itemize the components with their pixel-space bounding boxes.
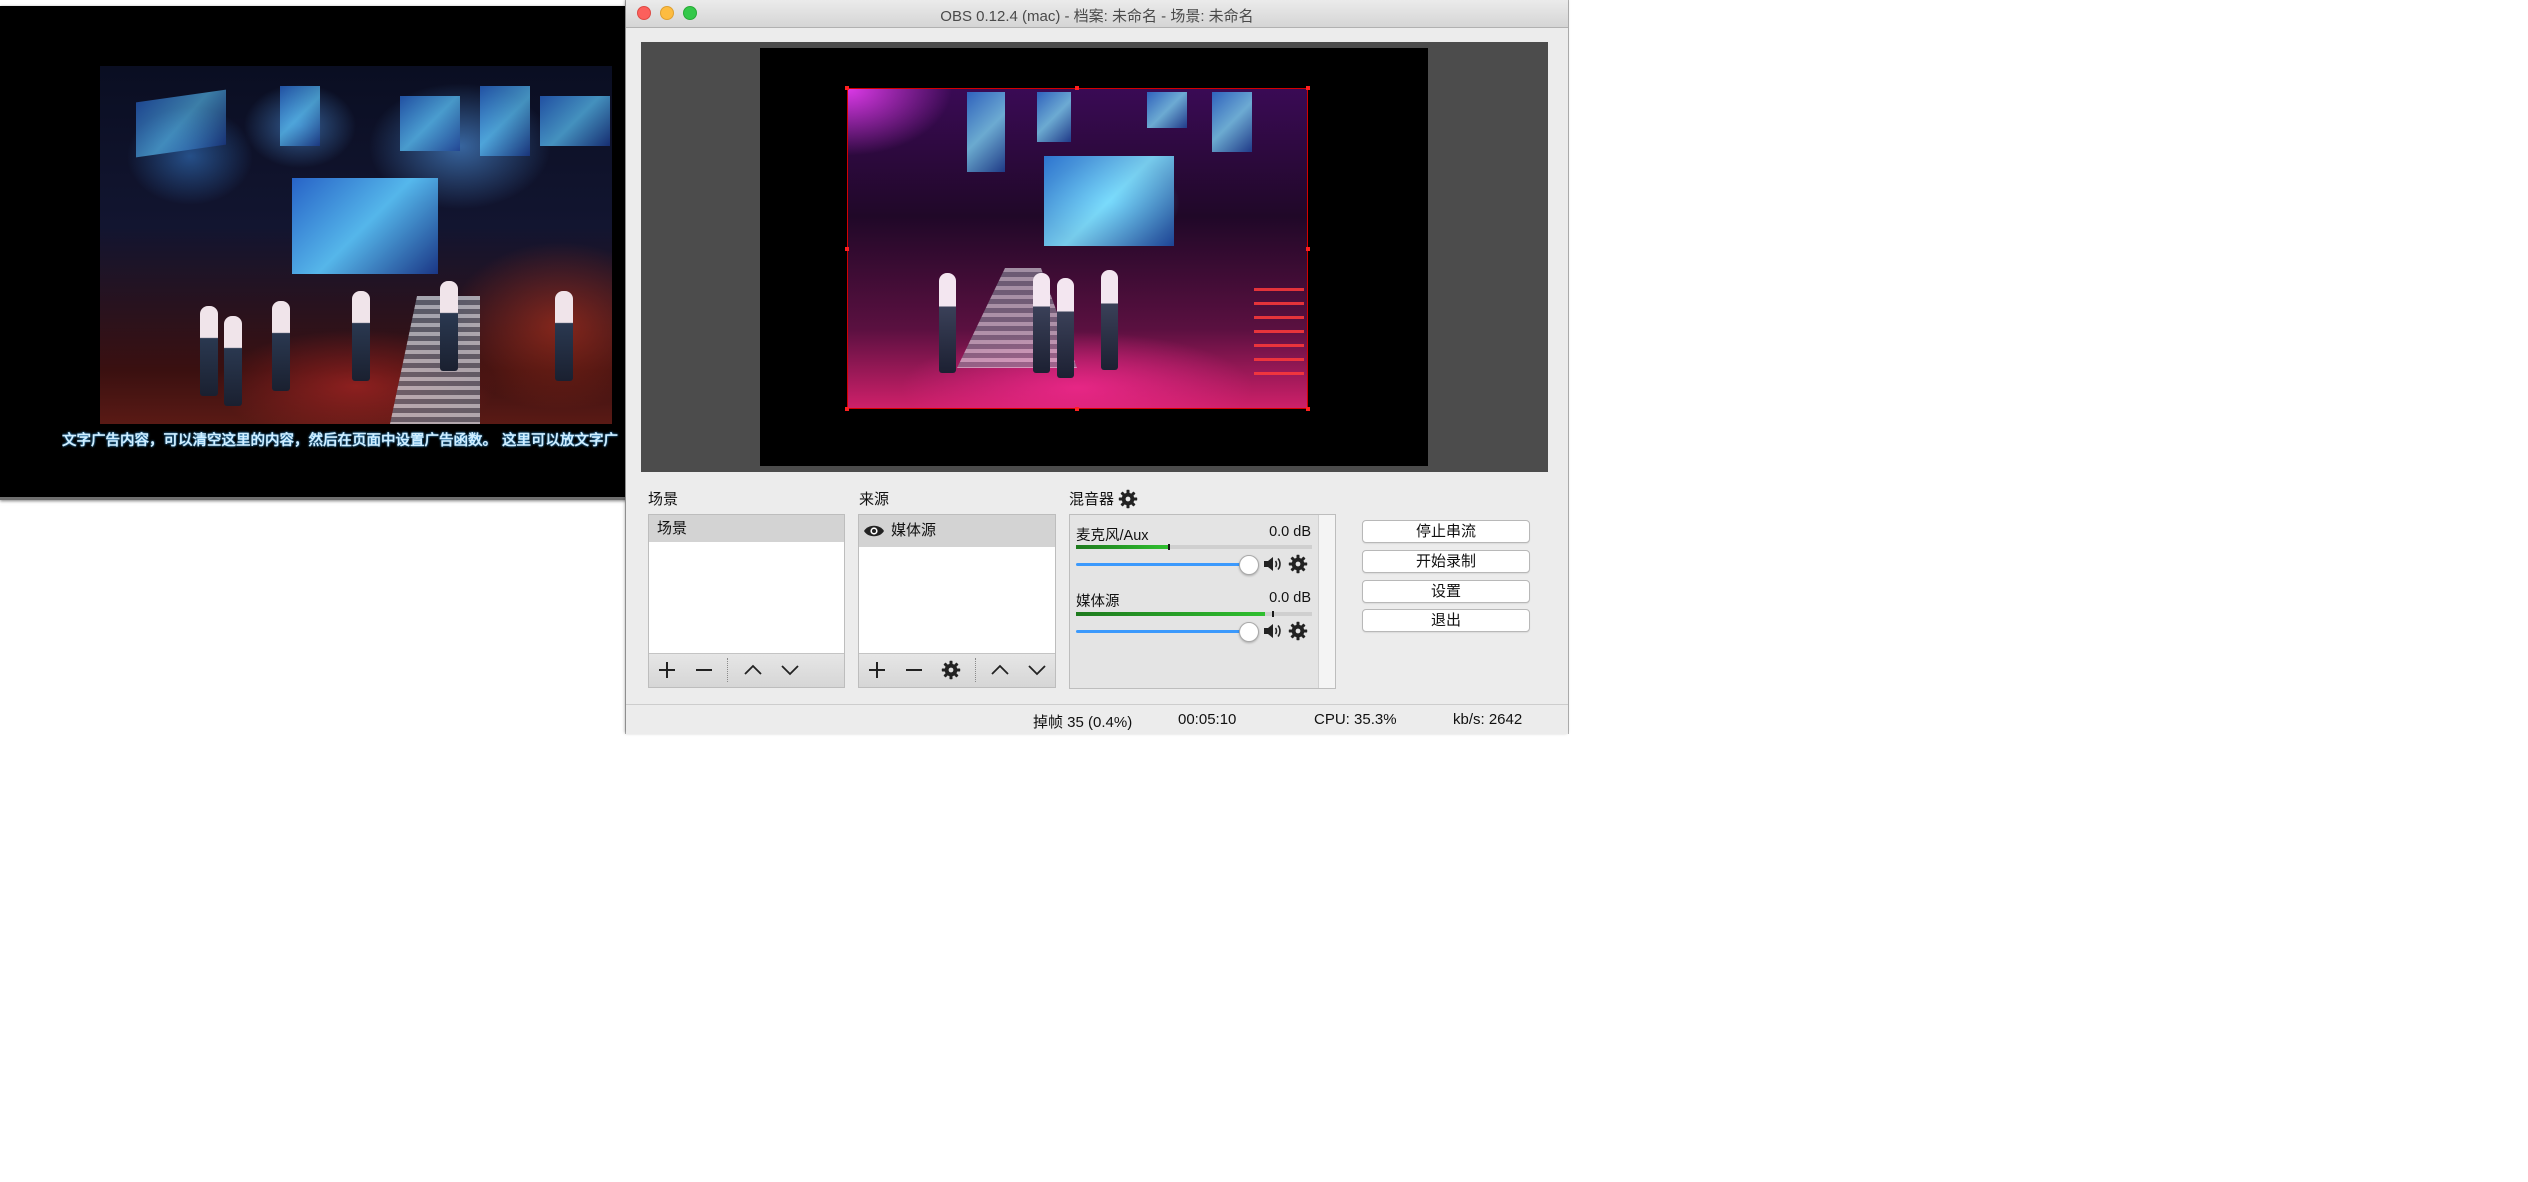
remove-scene-button[interactable] xyxy=(691,658,717,682)
scenes-toolbar xyxy=(649,653,844,687)
mixer-channel-name: 媒体源 xyxy=(1076,594,1120,610)
mixer-channel-db: 0.0 dB xyxy=(1269,524,1311,540)
preview-area[interactable] xyxy=(641,42,1548,472)
title-bar[interactable]: OBS 0.12.4 (mac) - 档案: 未命名 - 场景: 未命名 xyxy=(626,0,1568,28)
gear-icon xyxy=(941,660,961,680)
volume-slider[interactable] xyxy=(1076,563,1248,566)
mixer-title: 混音器 xyxy=(1069,491,1115,508)
volume-slider[interactable] xyxy=(1076,630,1248,633)
add-source-button[interactable] xyxy=(864,658,890,682)
bitrate: kb/s: 2642 xyxy=(1453,711,1523,728)
settings-button[interactable]: 设置 xyxy=(1362,580,1530,603)
player-video-frame xyxy=(100,66,612,424)
chevron-down-icon xyxy=(781,665,799,676)
obs-window: OBS 0.12.4 (mac) - 档案: 未命名 - 场景: 未命名 场景 … xyxy=(626,0,1568,734)
plus-icon xyxy=(869,662,885,678)
source-properties-button[interactable] xyxy=(938,658,964,682)
scenes-list[interactable]: 场景 xyxy=(648,514,845,688)
sources-toolbar xyxy=(859,653,1055,687)
move-scene-down-button[interactable] xyxy=(777,658,803,682)
sources-list[interactable]: 媒体源 xyxy=(858,514,1056,688)
mixer-gear-icon[interactable] xyxy=(1118,489,1138,509)
status-bar: 掉帧 35 (0.4%) 00:05:10 CPU: 35.3% kb/s: 2… xyxy=(626,704,1568,734)
scene-item[interactable]: 场景 xyxy=(649,515,844,542)
mixer-channel-name: 麦克风/Aux xyxy=(1076,528,1149,544)
chevron-up-icon xyxy=(991,664,1009,675)
cpu-usage: CPU: 35.3% xyxy=(1314,711,1397,728)
volume-slider-knob[interactable] xyxy=(1239,622,1259,642)
stream-time: 00:05:10 xyxy=(1178,711,1237,728)
preview-canvas[interactable] xyxy=(760,48,1428,466)
volume-slider-knob[interactable] xyxy=(1239,555,1259,575)
source-item-label: 媒体源 xyxy=(891,522,937,539)
stop-streaming-button[interactable]: 停止串流 xyxy=(1362,520,1530,543)
ad-marquee-text: 文字广告内容，可以清空这里的内容，然后在页面中设置广告函数。 这里可以放文字广 xyxy=(62,432,619,449)
chevron-up-icon xyxy=(744,664,762,675)
sources-title: 来源 xyxy=(859,491,890,508)
move-source-up-button[interactable] xyxy=(987,658,1013,682)
move-source-down-button[interactable] xyxy=(1024,658,1050,682)
visibility-eye-icon[interactable] xyxy=(863,523,885,539)
add-scene-button[interactable] xyxy=(654,658,680,682)
scenes-title: 场景 xyxy=(648,491,679,508)
mixer-title-row: 混音器 xyxy=(1069,488,1138,509)
video-player-window: 文字广告内容，可以清空这里的内容，然后在页面中设置广告函数。 这里可以放文字广 xyxy=(0,6,630,500)
minus-icon xyxy=(696,669,712,671)
move-scene-up-button[interactable] xyxy=(740,658,766,682)
plus-icon xyxy=(659,662,675,678)
minus-icon xyxy=(906,669,922,671)
mixer-scrollbar[interactable] xyxy=(1318,515,1335,688)
source-item[interactable]: 媒体源 xyxy=(859,515,1055,547)
selection-border xyxy=(847,88,1308,409)
volume-meter xyxy=(1076,544,1312,550)
audio-mixer: 麦克风/Aux 0.0 dB 媒体源 0.0 dB xyxy=(1069,514,1336,689)
scene-item-label: 场景 xyxy=(657,520,688,537)
speaker-icon[interactable] xyxy=(1262,554,1282,574)
chevron-down-icon xyxy=(1028,665,1046,676)
mixer-channel-db: 0.0 dB xyxy=(1269,590,1311,606)
dropped-frames: 掉帧 35 (0.4%) xyxy=(1033,714,1133,731)
remove-source-button[interactable] xyxy=(901,658,927,682)
start-recording-button[interactable]: 开始录制 xyxy=(1362,550,1530,573)
window-title: OBS 0.12.4 (mac) - 档案: 未命名 - 场景: 未命名 xyxy=(940,8,1254,25)
speaker-icon[interactable] xyxy=(1262,621,1282,641)
exit-button[interactable]: 退出 xyxy=(1362,609,1530,632)
volume-meter xyxy=(1076,611,1312,617)
channel-settings-gear-icon[interactable] xyxy=(1288,554,1308,574)
channel-settings-gear-icon[interactable] xyxy=(1288,621,1308,641)
